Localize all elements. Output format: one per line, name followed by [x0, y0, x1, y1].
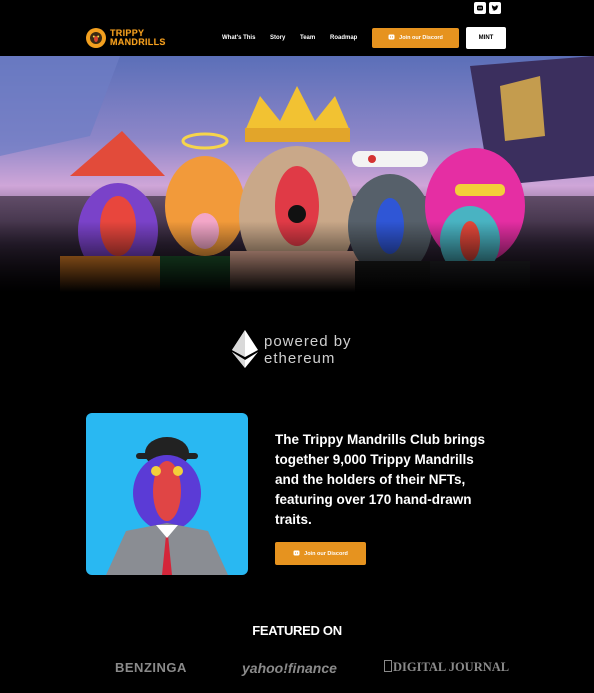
site-logo[interactable]: TRIPPY MANDRILLS — [86, 26, 186, 50]
twitter-social-link[interactable] — [489, 2, 501, 14]
join-discord-header-label: Join our Discord — [399, 35, 443, 41]
digital-journal-text: DIGITAL JOURNAL — [393, 660, 510, 674]
featured-on-heading: FEATURED ON — [252, 623, 342, 638]
powered-by-ethereum: powered by ethereum — [232, 330, 372, 370]
mint-button[interactable]: MINT — [466, 27, 506, 49]
digital-journal-mark-icon — [384, 660, 392, 672]
ethereum-icon — [232, 330, 258, 368]
benzinga-logo[interactable]: BENZINGA — [115, 660, 187, 675]
nav-whats-this[interactable]: What's This — [222, 35, 255, 41]
discord-icon — [388, 34, 395, 42]
ethereum-text: ethereum — [264, 350, 336, 367]
digital-journal-logo[interactable]: DIGITAL JOURNAL — [384, 660, 509, 675]
discord-icon — [477, 5, 483, 11]
nav-roadmap[interactable]: Roadmap — [330, 35, 357, 41]
yahoo-finance-logo[interactable]: yahoo!finance — [242, 660, 337, 676]
join-discord-feature-label: Join our Discord — [304, 550, 348, 557]
nav-story[interactable]: Story — [270, 35, 285, 41]
join-discord-feature-button[interactable]: Join our Discord — [275, 542, 366, 565]
discord-icon — [293, 550, 300, 558]
featured-mandrill-image — [86, 413, 248, 575]
join-discord-header-button[interactable]: Join our Discord — [372, 28, 459, 48]
twitter-icon — [491, 5, 499, 11]
mandrill-logo-icon — [86, 28, 106, 48]
nav-team[interactable]: Team — [300, 35, 315, 41]
logo-text-line2: MANDRILLS — [110, 37, 166, 47]
powered-by-text: powered by — [264, 333, 352, 350]
club-description: The Trippy Mandrills Club brings togethe… — [275, 432, 486, 527]
hero-mandrills-illustration — [0, 56, 594, 292]
discord-social-link[interactable] — [474, 2, 486, 14]
